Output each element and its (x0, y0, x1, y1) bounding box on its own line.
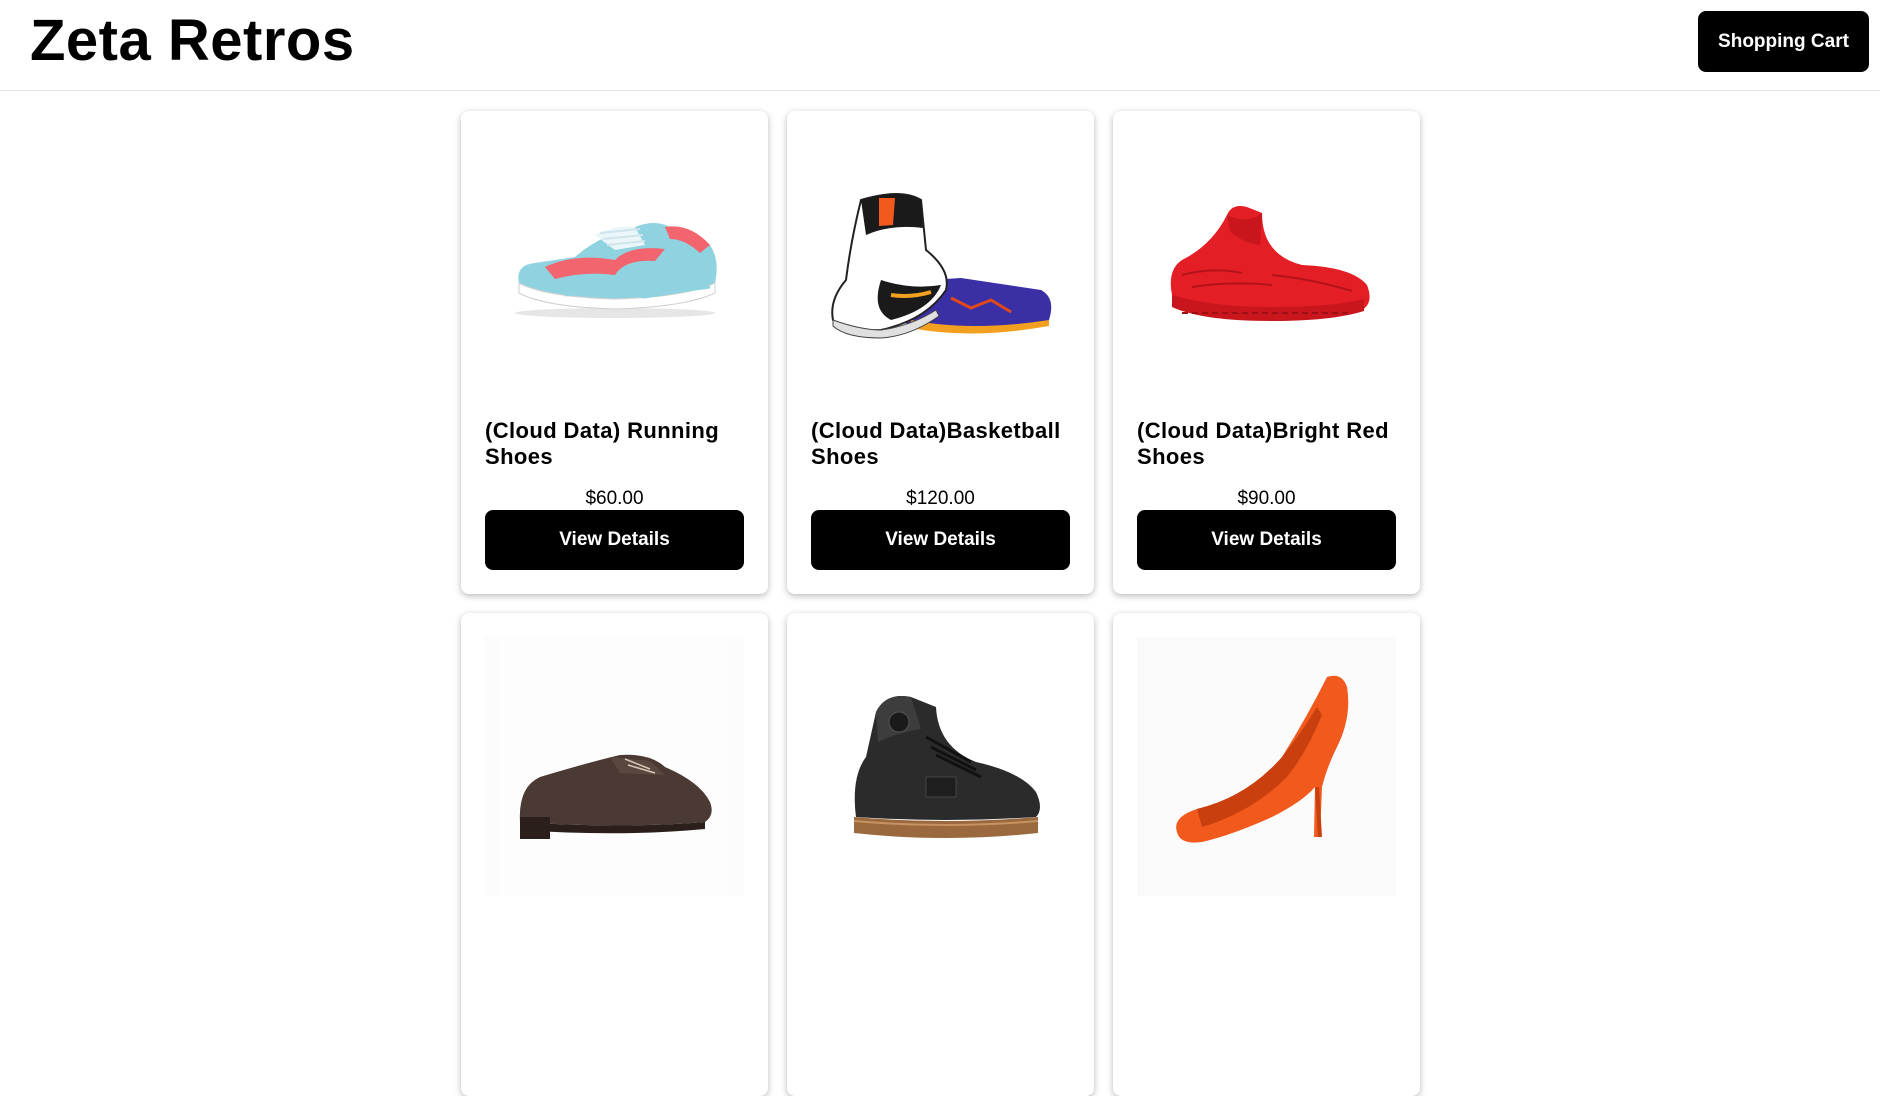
product-card: (Cloud Data)Bright Red Shoes $90.00 View… (1113, 111, 1420, 594)
stiletto-heel-icon (1151, 637, 1382, 896)
product-name: (Cloud Data)Basketball Shoes (811, 418, 1061, 469)
shopping-cart-button[interactable]: Shopping Cart (1698, 11, 1869, 72)
product-image[interactable] (485, 637, 744, 896)
product-image[interactable] (811, 637, 1070, 896)
product-image[interactable] (485, 135, 744, 394)
basketball-shoes-icon (830, 192, 1051, 339)
product-card: (Cloud Data)Basketball Shoes $120.00 Vie… (787, 111, 1094, 594)
product-grid: (Cloud Data) Running Shoes $60.00 View D… (461, 111, 1423, 1096)
product-price: $120.00 (906, 488, 975, 509)
view-details-button[interactable]: View Details (811, 510, 1070, 570)
view-details-button[interactable]: View Details (1137, 510, 1396, 570)
brand-title: Zeta Retros (30, 8, 355, 73)
oxford-shoe-icon (499, 637, 730, 896)
running-shoe-icon (514, 222, 717, 318)
product-name: (Cloud Data) Running Shoes (485, 418, 720, 469)
product-card (1113, 613, 1420, 1096)
product-name: (Cloud Data)Bright Red Shoes (1137, 418, 1390, 469)
product-price: $60.00 (585, 488, 644, 509)
product-card (787, 613, 1094, 1096)
product-card (461, 613, 768, 1096)
skate-shoe-icon (853, 696, 1040, 838)
product-image[interactable] (1137, 135, 1396, 394)
product-image[interactable] (811, 135, 1070, 394)
product-image[interactable] (1137, 637, 1396, 896)
site-header: Zeta Retros Shopping Cart (0, 0, 1880, 91)
view-details-button[interactable]: View Details (485, 510, 744, 570)
product-price: $90.00 (1237, 488, 1296, 509)
red-shoe-icon (1170, 205, 1370, 321)
product-card: (Cloud Data) Running Shoes $60.00 View D… (461, 111, 768, 594)
